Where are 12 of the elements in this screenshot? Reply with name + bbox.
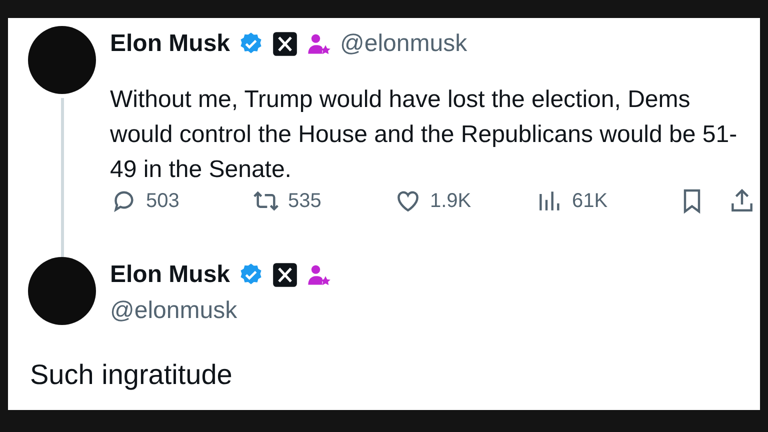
stat-count: 503 (146, 190, 180, 212)
logo-icon (272, 262, 298, 288)
stat-count: 1.9K (430, 190, 472, 212)
author-name[interactable]: Elon Musk (110, 30, 230, 58)
stat-count: 61K (572, 190, 608, 212)
author-name[interactable]: Elon Musk (110, 261, 230, 289)
author-handle[interactable]: @elonmusk (340, 30, 468, 58)
stat-count: 535 (288, 190, 322, 212)
logo-icon (272, 31, 298, 57)
post-text: Such ingratitude (29, 358, 234, 392)
author-handle[interactable]: @elonmusk (110, 293, 760, 329)
post-text: Without me, Trump would have lost the election, Dems would control the House and the Republicans would be 51-49 in the Senate. (110, 85, 738, 185)
